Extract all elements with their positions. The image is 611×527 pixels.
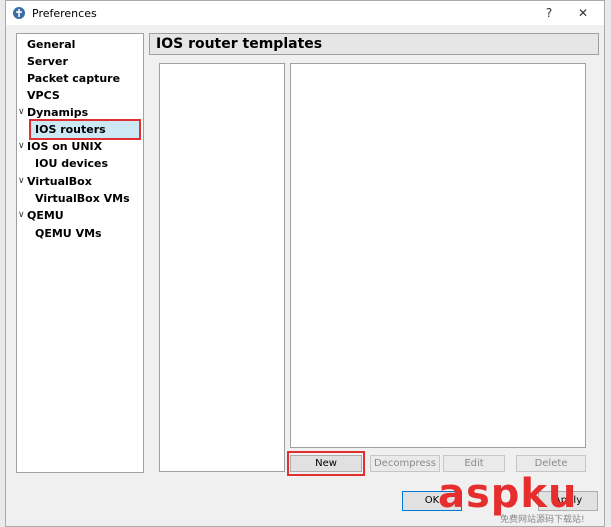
highlight-annotation bbox=[29, 119, 141, 140]
delete-button[interactable]: Delete bbox=[516, 455, 586, 472]
window-title: Preferences bbox=[32, 6, 97, 20]
expand-arrow-icon[interactable]: ∨ bbox=[18, 207, 27, 224]
help-button[interactable]: ? bbox=[536, 3, 562, 23]
close-button[interactable]: ✕ bbox=[570, 3, 596, 23]
tree-item-iou-devices[interactable]: IOU devices bbox=[35, 155, 108, 172]
background-app-strip bbox=[605, 0, 611, 527]
tree-item-virtualbox-vms[interactable]: VirtualBox VMs bbox=[35, 190, 130, 207]
watermark-text: aspku bbox=[438, 471, 578, 517]
preferences-nav-tree: General Server Packet capture VPCS ∨ Dyn… bbox=[16, 33, 144, 473]
tree-item-general[interactable]: General bbox=[27, 36, 75, 53]
gns3-app-icon bbox=[13, 7, 25, 19]
decompress-button[interactable]: Decompress bbox=[370, 455, 440, 472]
tree-item-ios-on-unix[interactable]: IOS on UNIX bbox=[27, 138, 102, 155]
tree-item-packet-capture[interactable]: Packet capture bbox=[27, 70, 120, 87]
highlight-annotation bbox=[287, 451, 365, 476]
expand-arrow-icon[interactable]: ∨ bbox=[18, 138, 27, 155]
expand-arrow-icon[interactable]: ∨ bbox=[18, 104, 27, 121]
expand-arrow-icon[interactable]: ∨ bbox=[18, 173, 27, 190]
tree-item-virtualbox[interactable]: VirtualBox bbox=[27, 173, 92, 190]
router-templates-list[interactable] bbox=[159, 63, 285, 472]
edit-button[interactable]: Edit bbox=[443, 455, 505, 472]
tree-item-vpcs[interactable]: VPCS bbox=[27, 87, 60, 104]
template-details-pane bbox=[290, 63, 586, 448]
page-title: IOS router templates bbox=[149, 33, 599, 55]
tree-item-server[interactable]: Server bbox=[27, 53, 68, 70]
tree-item-qemu[interactable]: QEMU bbox=[27, 207, 64, 224]
watermark-logo: aspku 免费网站源码下载站! bbox=[438, 472, 608, 526]
tree-item-qemu-vms[interactable]: QEMU VMs bbox=[35, 225, 102, 242]
preferences-dialog: Preferences ? ✕ General Server Packet ca… bbox=[5, 0, 605, 527]
watermark-subtext: 免费网站源码下载站! bbox=[500, 515, 585, 525]
title-bar: Preferences ? ✕ bbox=[6, 1, 604, 25]
